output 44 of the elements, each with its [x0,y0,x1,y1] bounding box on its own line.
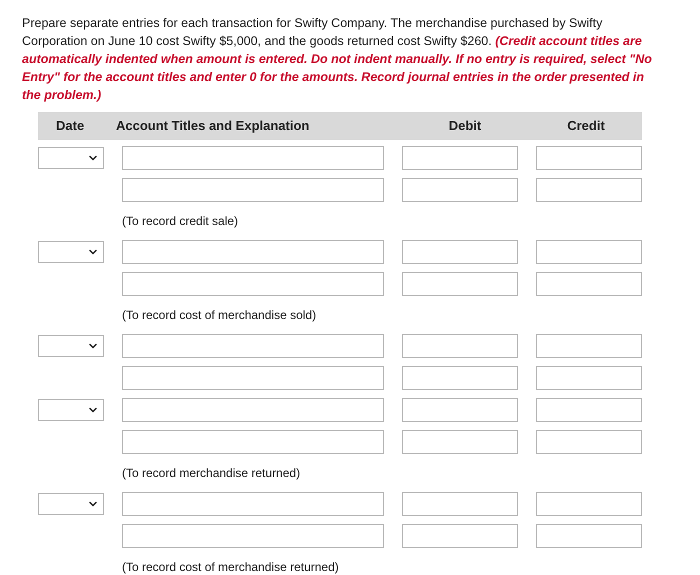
date-select[interactable] [38,493,104,515]
account-field[interactable] [122,240,384,264]
column-header: Date [55,117,86,136]
credit-field[interactable] [536,398,642,422]
debit-field[interactable] [402,492,518,516]
account-field[interactable] [122,398,384,422]
debit-field[interactable] [402,240,518,264]
date-select[interactable] [38,241,104,263]
account-field[interactable] [122,492,384,516]
account-field[interactable] [122,366,384,390]
credit-field[interactable] [536,334,642,358]
entry-explanation: (To record cost of merchandise returned) [122,559,339,575]
debit-field[interactable] [402,146,518,170]
debit-field[interactable] [402,334,518,358]
credit-field[interactable] [536,240,642,264]
credit-field[interactable] [536,492,642,516]
account-field[interactable] [122,272,384,296]
column-header: Account Titles and Explanation [115,117,310,136]
account-field[interactable] [122,430,384,454]
account-field[interactable] [122,146,384,170]
debit-field[interactable] [402,398,518,422]
debit-field[interactable] [402,524,518,548]
entry-explanation: (To record merchandise returned) [122,465,300,482]
debit-field[interactable] [402,430,518,454]
account-field[interactable] [122,178,384,202]
account-field[interactable] [122,524,384,548]
debit-field[interactable] [402,272,518,296]
credit-field[interactable] [536,524,642,548]
credit-field[interactable] [536,430,642,454]
credit-field[interactable] [536,178,642,202]
credit-field[interactable] [536,272,642,296]
debit-field[interactable] [402,178,518,202]
column-header: Debit [448,117,482,136]
credit-field[interactable] [536,366,642,390]
date-select[interactable] [38,147,104,169]
debit-field[interactable] [402,366,518,390]
instructions: Prepare separate entries for each transaction for Swifty Company. The merchandise purchased by Swifty Corporation on June 10 cost Swifty $5,000, and the goods returned cost Swifty $260. (Credit account titles are automatically indented when amount is entered. Do not indent manually. If no entry is required, select "No Entry" for the account titles and enter 0 for the amounts. Record journal entries in the order presented in the problem.) [21,15,653,104]
entry-explanation: (To record credit sale) [122,213,238,230]
date-select[interactable] [38,399,104,421]
credit-field[interactable] [536,146,642,170]
account-field[interactable] [122,334,384,358]
date-select[interactable] [38,335,104,357]
column-header: Credit [566,117,606,136]
entry-explanation: (To record cost of merchandise sold) [122,307,316,324]
